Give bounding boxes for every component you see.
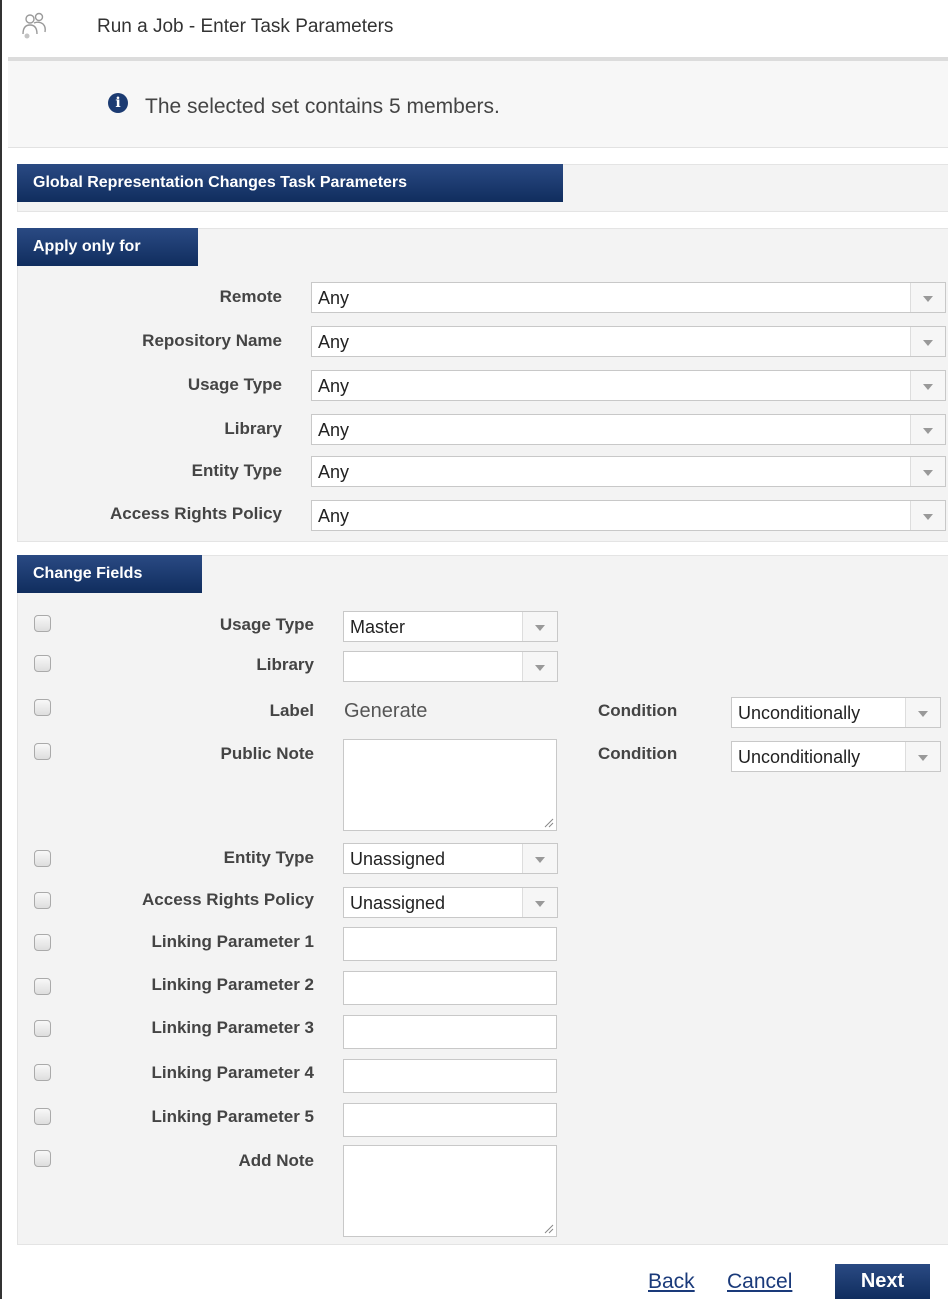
page-left-border — [0, 0, 2, 1299]
repository-name-select[interactable]: Any — [311, 326, 946, 357]
repository-name-value: Any — [318, 332, 350, 352]
linking-param-1-label: Linking Parameter 1 — [151, 932, 314, 951]
linking-param-3-checkbox[interactable] — [34, 1020, 51, 1037]
label-condition-label: Condition — [598, 701, 678, 720]
linking-param-4-checkbox[interactable] — [34, 1064, 51, 1081]
entity-type-select[interactable]: Unassigned — [343, 843, 558, 874]
add-note-checkbox[interactable] — [34, 1150, 51, 1167]
chevron-down-icon[interactable] — [910, 501, 945, 530]
public-note-checkbox[interactable] — [34, 743, 51, 760]
info-icon: i — [108, 93, 128, 113]
linking-param-2-label: Linking Parameter 2 — [151, 975, 314, 994]
label-generate-value: Generate — [344, 700, 428, 722]
back-link[interactable]: Back — [648, 1270, 695, 1294]
library-filter-label: Library — [224, 419, 282, 438]
usage-type-label: Usage Type — [219, 615, 314, 634]
info-message: The selected set contains 5 members. — [145, 95, 500, 118]
linking-param-1-checkbox[interactable] — [34, 934, 51, 951]
public-note-condition-value: Unconditionally — [738, 747, 861, 767]
change-fields-title: Change Fields — [17, 555, 202, 593]
label-checkbox[interactable] — [34, 699, 51, 716]
access-rights-value: Unassigned — [350, 893, 446, 913]
apply-only-for-title: Apply only for — [17, 228, 198, 266]
library-filter-select[interactable]: Any — [311, 414, 946, 445]
entity-type-filter-label: Entity Type — [191, 461, 282, 480]
info-message-box: i The selected set contains 5 members. — [8, 61, 948, 148]
chevron-down-icon[interactable] — [910, 371, 945, 400]
library-filter-value: Any — [318, 420, 350, 440]
remote-select[interactable]: Any — [311, 282, 946, 313]
access-rights-label: Access Rights Policy — [142, 890, 314, 909]
usage-type-filter-select[interactable]: Any — [311, 370, 946, 401]
access-rights-select[interactable]: Unassigned — [343, 887, 558, 918]
chevron-down-icon[interactable] — [522, 844, 557, 873]
linking-param-5-input[interactable] — [343, 1103, 557, 1137]
chevron-down-icon[interactable] — [522, 612, 557, 641]
chevron-down-icon[interactable] — [522, 888, 557, 917]
usage-type-select[interactable]: Master — [343, 611, 558, 642]
add-note-textarea[interactable] — [343, 1145, 557, 1237]
chevron-down-icon[interactable] — [910, 327, 945, 356]
add-note-label: Add Note — [238, 1151, 314, 1170]
chevron-down-icon[interactable] — [522, 652, 557, 681]
linking-param-4-label: Linking Parameter 4 — [151, 1063, 314, 1082]
remote-value: Any — [318, 288, 350, 308]
users-group-icon — [18, 10, 50, 42]
label-condition-select[interactable]: Unconditionally — [731, 697, 941, 728]
library-select[interactable] — [343, 651, 558, 682]
chevron-down-icon[interactable] — [910, 415, 945, 444]
resize-grip-icon[interactable] — [544, 818, 554, 828]
public-note-textarea[interactable] — [343, 739, 557, 831]
usage-type-checkbox[interactable] — [34, 615, 51, 632]
linking-param-1-input[interactable] — [343, 927, 557, 961]
entity-type-label: Entity Type — [223, 848, 314, 867]
usage-type-filter-value: Any — [318, 376, 350, 396]
public-note-condition-select[interactable]: Unconditionally — [731, 741, 941, 772]
entity-type-filter-value: Any — [318, 462, 350, 482]
access-rights-filter-select[interactable]: Any — [311, 500, 946, 531]
usage-type-value: Master — [350, 617, 406, 637]
label-field-label: Label — [269, 701, 314, 720]
usage-type-filter-label: Usage Type — [187, 375, 282, 394]
chevron-down-icon[interactable] — [905, 698, 940, 727]
linking-param-5-checkbox[interactable] — [34, 1108, 51, 1125]
linking-param-3-label: Linking Parameter 3 — [151, 1018, 314, 1037]
linking-param-4-input[interactable] — [343, 1059, 557, 1093]
label-condition-value: Unconditionally — [738, 703, 861, 723]
task-parameters-section: Global Representation Changes Task Param… — [17, 164, 948, 212]
page-title: Run a Job - Enter Task Parameters — [97, 16, 394, 37]
access-rights-checkbox[interactable] — [34, 892, 51, 909]
library-checkbox[interactable] — [34, 655, 51, 672]
access-rights-filter-value: Any — [318, 506, 350, 526]
entity-type-filter-select[interactable]: Any — [311, 456, 946, 487]
access-rights-filter-label: Access Rights Policy — [110, 504, 282, 523]
resize-grip-icon[interactable] — [544, 1224, 554, 1234]
linking-param-2-checkbox[interactable] — [34, 978, 51, 995]
entity-type-value: Unassigned — [350, 849, 446, 869]
public-note-condition-label: Condition — [598, 744, 678, 763]
library-label: Library — [256, 655, 314, 674]
entity-type-checkbox[interactable] — [34, 850, 51, 867]
cancel-link[interactable]: Cancel — [727, 1270, 792, 1294]
apply-only-for-section: Apply only for Remote Any Repository Nam… — [17, 228, 948, 542]
next-button[interactable]: Next — [835, 1264, 930, 1299]
task-parameters-title: Global Representation Changes Task Param… — [17, 164, 563, 202]
linking-param-3-input[interactable] — [343, 1015, 557, 1049]
chevron-down-icon[interactable] — [905, 742, 940, 771]
linking-param-5-label: Linking Parameter 5 — [151, 1107, 314, 1126]
change-fields-section: Change Fields Usage Type Master Library … — [17, 555, 948, 1245]
page-header: Run a Job - Enter Task Parameters — [2, 0, 948, 58]
repository-name-label: Repository Name — [142, 331, 282, 350]
chevron-down-icon[interactable] — [910, 457, 945, 486]
linking-param-2-input[interactable] — [343, 971, 557, 1005]
remote-label: Remote — [219, 287, 282, 306]
public-note-label: Public Note — [220, 744, 314, 763]
chevron-down-icon[interactable] — [910, 283, 945, 312]
